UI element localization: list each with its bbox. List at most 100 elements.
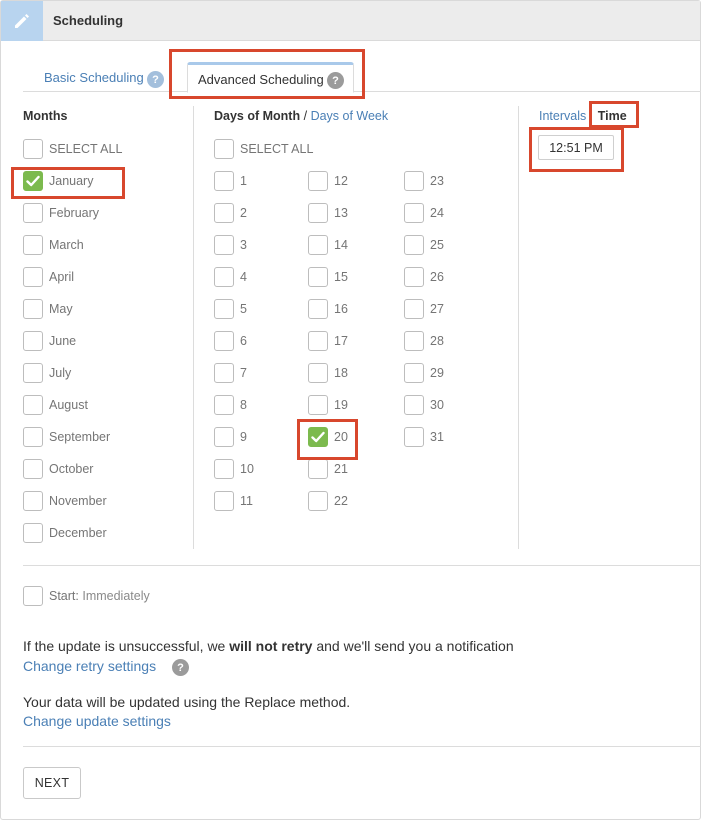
day-16[interactable]: 16 [308,299,348,319]
day-31[interactable]: 31 [404,427,444,447]
day-18[interactable]: 18 [308,363,348,383]
month-march[interactable]: March [23,235,84,255]
checkbox[interactable] [23,363,43,383]
day-13[interactable]: 13 [308,203,348,223]
checkbox[interactable] [23,459,43,479]
day-17[interactable]: 17 [308,331,348,351]
checkbox[interactable] [214,267,234,287]
checkbox[interactable] [308,203,328,223]
day-5[interactable]: 5 [214,299,247,319]
checkbox[interactable] [404,427,424,447]
day-22[interactable]: 22 [308,491,348,511]
checkbox[interactable] [23,491,43,511]
checkbox[interactable] [308,235,328,255]
checkbox[interactable] [23,523,43,543]
day-20[interactable]: 20 [308,427,348,447]
checkbox[interactable] [214,395,234,415]
checkbox[interactable] [404,299,424,319]
day-7[interactable]: 7 [214,363,247,383]
help-icon[interactable]: ? [327,72,344,89]
intervals-link[interactable]: Intervals [539,109,586,123]
day-23[interactable]: 23 [404,171,444,191]
checkbox-checked[interactable] [23,171,43,191]
days-of-week-link[interactable]: Days of Week [311,109,389,123]
day-9[interactable]: 9 [214,427,247,447]
checkbox[interactable] [23,235,43,255]
checkbox[interactable] [23,203,43,223]
day-25[interactable]: 25 [404,235,444,255]
checkbox[interactable] [214,299,234,319]
days-select-all[interactable]: SELECT ALL [214,139,313,159]
checkbox[interactable] [308,331,328,351]
day-3[interactable]: 3 [214,235,247,255]
month-february[interactable]: February [23,203,99,223]
checkbox[interactable] [214,203,234,223]
month-april[interactable]: April [23,267,74,287]
checkbox[interactable] [214,427,234,447]
next-button[interactable]: NEXT [23,767,81,799]
month-july[interactable]: July [23,363,71,383]
tab-advanced-scheduling[interactable]: Advanced Scheduling ? [187,62,354,93]
day-10[interactable]: 10 [214,459,254,479]
checkbox[interactable] [23,139,43,159]
checkbox[interactable] [214,139,234,159]
checkbox[interactable] [23,427,43,447]
month-january[interactable]: January [23,171,93,191]
day-30[interactable]: 30 [404,395,444,415]
checkbox[interactable] [308,491,328,511]
day-2[interactable]: 2 [214,203,247,223]
checkbox[interactable] [214,363,234,383]
tab-basic-scheduling[interactable]: Basic Scheduling [44,70,144,85]
month-november[interactable]: November [23,491,107,511]
checkbox[interactable] [214,491,234,511]
month-june[interactable]: June [23,331,76,351]
checkbox[interactable] [404,363,424,383]
day-8[interactable]: 8 [214,395,247,415]
day-11[interactable]: 11 [214,491,253,511]
day-1[interactable]: 1 [214,171,247,191]
checkbox[interactable] [23,267,43,287]
day-21[interactable]: 21 [308,459,348,479]
checkbox[interactable] [308,299,328,319]
checkbox[interactable] [308,363,328,383]
checkbox[interactable] [404,171,424,191]
help-icon[interactable]: ? [147,71,164,88]
time-input[interactable]: 12:51 PM [538,135,614,160]
checkbox[interactable] [308,395,328,415]
start-row[interactable]: Start: Immediately [23,586,150,606]
month-december[interactable]: December [23,523,107,543]
checkbox[interactable] [214,331,234,351]
checkbox[interactable] [404,235,424,255]
checkbox[interactable] [308,459,328,479]
day-4[interactable]: 4 [214,267,247,287]
checkbox[interactable] [23,331,43,351]
day-27[interactable]: 27 [404,299,444,319]
month-may[interactable]: May [23,299,73,319]
checkbox[interactable] [308,171,328,191]
checkbox[interactable] [23,299,43,319]
day-6[interactable]: 6 [214,331,247,351]
checkbox[interactable] [23,395,43,415]
change-retry-settings-link[interactable]: Change retry settings [23,658,156,674]
day-24[interactable]: 24 [404,203,444,223]
change-update-settings-link[interactable]: Change update settings [23,713,171,729]
checkbox[interactable] [404,267,424,287]
checkbox[interactable] [404,395,424,415]
start-checkbox[interactable] [23,586,43,606]
month-october[interactable]: October [23,459,93,479]
checkbox-checked[interactable] [308,427,328,447]
month-august[interactable]: August [23,395,88,415]
checkbox[interactable] [214,235,234,255]
day-26[interactable]: 26 [404,267,444,287]
checkbox[interactable] [214,459,234,479]
months-select-all[interactable]: SELECT ALL [23,139,122,159]
day-12[interactable]: 12 [308,171,348,191]
day-14[interactable]: 14 [308,235,348,255]
month-september[interactable]: September [23,427,110,447]
day-28[interactable]: 28 [404,331,444,351]
checkbox[interactable] [404,331,424,351]
help-icon[interactable]: ? [172,659,189,676]
checkbox[interactable] [214,171,234,191]
day-29[interactable]: 29 [404,363,444,383]
day-19[interactable]: 19 [308,395,348,415]
